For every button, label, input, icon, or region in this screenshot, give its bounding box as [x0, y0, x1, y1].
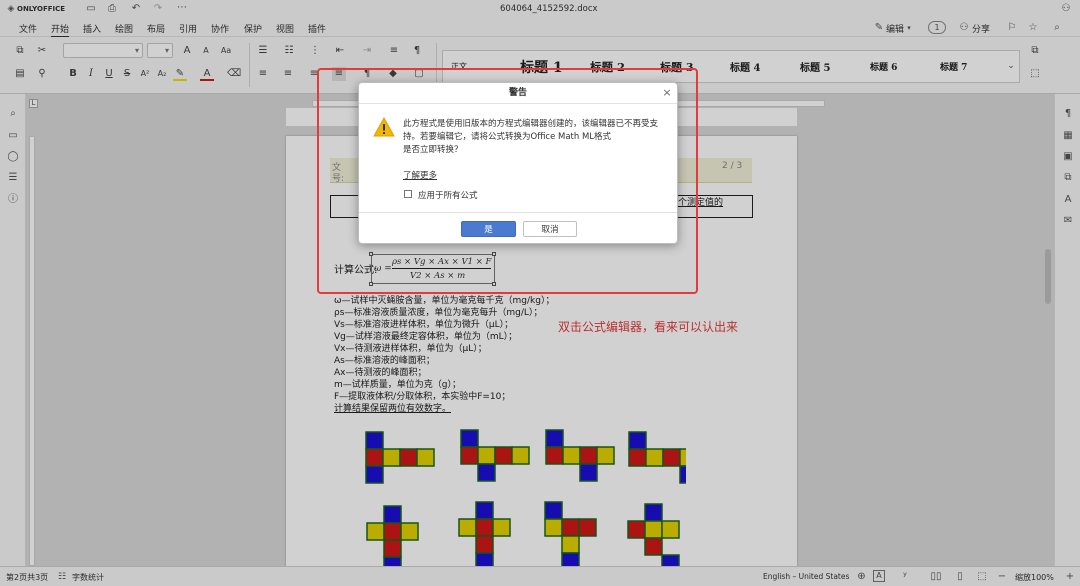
annotation-highlight-box — [317, 68, 698, 294]
